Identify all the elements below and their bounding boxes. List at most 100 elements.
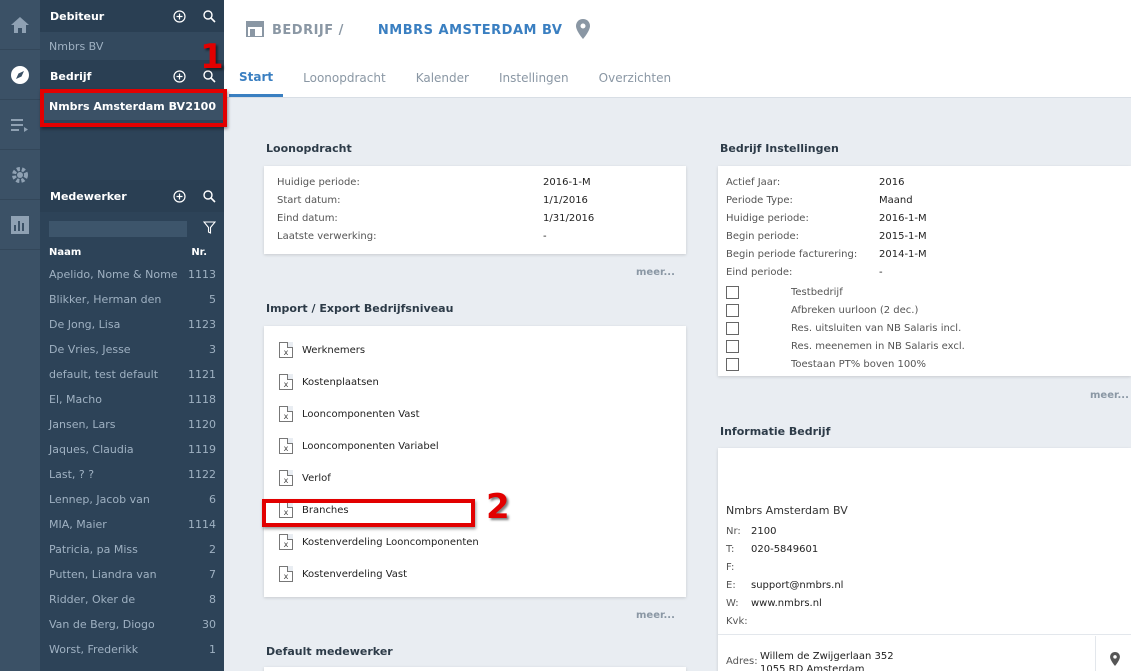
informatie-bedrijf-title: Informatie Bedrijf <box>720 425 831 438</box>
import-export-item[interactable]: x Verlof <box>279 462 686 494</box>
field-label: Actief Jaar: <box>726 176 781 188</box>
employee-column-header: Naam Nr. <box>40 242 224 262</box>
store-icon <box>246 20 264 40</box>
employee-name: Putten, Liandra van <box>49 568 157 581</box>
employee-name: default, test default <box>49 368 159 381</box>
employee-row[interactable]: Worst, Frederikk 1 <box>40 637 224 662</box>
import-export-title: Import / Export Bedrijfsniveau <box>266 302 454 315</box>
field-label: Begin periode: <box>726 230 800 242</box>
import-export-item[interactable]: x Kostenplaatsen <box>279 366 686 398</box>
tab-loonopdracht[interactable]: Loonopdracht <box>293 59 396 97</box>
checkbox[interactable] <box>726 321 739 335</box>
tab-kalender[interactable]: Kalender <box>406 59 479 97</box>
employee-row[interactable]: Apelido, Nome & Nome 1113 <box>40 262 224 287</box>
employee-name: Patricia, pa Miss <box>49 543 138 556</box>
info-lines: Nr: 2100 T: 020-5849601 F: E: support@nmbrs.nl… <box>726 522 843 630</box>
excel-file-icon: x <box>279 374 293 390</box>
instelling-row: Begin periode: 2015-1-M <box>726 227 1131 245</box>
excel-file-icon: x <box>279 566 293 582</box>
import-export-item[interactable]: x Looncomponenten Vast <box>279 398 686 430</box>
employee-nr: 1113 <box>188 268 216 281</box>
loonopdracht-row: Laatste verwerking: - <box>277 227 686 245</box>
import-export-label: Werknemers <box>302 344 366 356</box>
location-pin-icon[interactable] <box>576 18 591 42</box>
import-export-item[interactable]: x Kostenverdeling Looncomponenten <box>279 526 686 558</box>
home-icon[interactable] <box>0 0 40 50</box>
filter-icon[interactable] <box>202 221 217 237</box>
checkbox[interactable] <box>726 303 739 317</box>
list-icon[interactable] <box>0 100 40 150</box>
checkbox[interactable] <box>726 285 739 299</box>
employee-row[interactable]: Last, ? ? 1122 <box>40 462 224 487</box>
employee-row[interactable]: Blikker, Herman den 5 <box>40 287 224 312</box>
tab-start[interactable]: Start <box>229 59 284 97</box>
debiteur-item[interactable]: Nmbrs BV <box>40 32 224 60</box>
employee-nr: 5 <box>209 293 216 306</box>
compass-icon[interactable] <box>0 50 40 100</box>
employee-row[interactable]: Jansen, Lars 1120 <box>40 412 224 437</box>
employee-row[interactable]: Jaques, Claudia 1119 <box>40 437 224 462</box>
employee-nr: 1122 <box>188 468 216 481</box>
checkbox[interactable] <box>726 339 739 353</box>
col-nr[interactable]: Nr. <box>191 247 207 258</box>
field-label: Huidige periode: <box>726 212 809 224</box>
tab-instellingen[interactable]: Instellingen <box>489 59 579 97</box>
add-medewerker-icon[interactable] <box>164 180 194 212</box>
import-export-item[interactable]: x Looncomponenten Variabel <box>279 430 686 462</box>
gear-icon[interactable] <box>0 150 40 200</box>
tab-overzichten[interactable]: Overzichten <box>589 59 681 97</box>
employee-nr: 1118 <box>188 393 216 406</box>
import-export-item[interactable]: x Werknemers <box>279 334 686 366</box>
employee-row[interactable]: Ridder, Oker de 8 <box>40 587 224 612</box>
info-line: E: support@nmbrs.nl <box>726 576 843 594</box>
search-medewerker-icon[interactable] <box>194 180 224 212</box>
field-label: Huidige periode: <box>277 176 360 188</box>
employee-nr: 7 <box>209 568 216 581</box>
employee-row[interactable]: Patricia, pa Miss 2 <box>40 537 224 562</box>
employee-row[interactable]: De Vries, Jesse 3 <box>40 337 224 362</box>
instelling-row: Periode Type: Maand <box>726 191 1131 209</box>
employee-name: MIA, Maier <box>49 518 107 531</box>
info-line: Nr: 2100 <box>726 522 843 540</box>
import-export-label: Kostenplaatsen <box>302 376 379 388</box>
employee-name: Van de Berg, Diogo <box>49 618 155 631</box>
instelling-row: Huidige periode: 2016-1-M <box>726 209 1131 227</box>
employee-row[interactable]: El, Macho 1118 <box>40 387 224 412</box>
info-label: E: <box>726 579 736 591</box>
import-export-item[interactable]: x Kostenverdeling Vast <box>279 558 686 590</box>
employee-name: El, Macho <box>49 393 102 406</box>
employee-row[interactable]: Van de Berg, Diogo 30 <box>40 612 224 637</box>
import-export-label: Looncomponenten Variabel <box>302 440 439 452</box>
info-label: Nr: <box>726 525 741 537</box>
employee-row[interactable]: MIA, Maier 1114 <box>40 512 224 537</box>
instelling-checkbox-row: Testbedrijf <box>726 283 1131 301</box>
bedrijf-instellingen-meer-link[interactable]: meer... <box>1090 390 1129 401</box>
instelling-row: Begin periode facturering: 2014-1-M <box>726 245 1131 263</box>
annotation-number-1: 1 <box>200 37 224 77</box>
employee-row[interactable]: De Jong, Lisa 1123 <box>40 312 224 337</box>
adres-line-2: 1055 RD Amsterdam <box>760 664 865 671</box>
breadcrumb[interactable]: BEDRIJF / <box>272 23 344 38</box>
loonopdracht-meer-link[interactable]: meer... <box>636 267 675 278</box>
field-value: - <box>879 266 883 278</box>
add-debiteur-icon[interactable] <box>164 0 194 32</box>
import-export-meer-link[interactable]: meer... <box>636 610 675 621</box>
checkbox-label: Afbreken uurloon (2 dec.) <box>791 304 919 316</box>
employee-name: Ridder, Oker de <box>49 593 136 606</box>
adres-location-pin-icon[interactable] <box>1110 652 1120 669</box>
employee-row[interactable]: default, test default 1121 <box>40 362 224 387</box>
employee-row[interactable]: Putten, Liandra van 7 <box>40 562 224 587</box>
add-bedrijf-icon[interactable] <box>164 60 194 92</box>
field-label: Eind periode: <box>726 266 793 278</box>
import-export-label: Kostenverdeling Vast <box>302 568 408 580</box>
employee-row[interactable]: Lennep, Jacob van 6 <box>40 487 224 512</box>
info-label: T: <box>726 543 735 555</box>
page-title: NMBRS AMSTERDAM BV <box>377 22 563 38</box>
checkbox[interactable] <box>726 357 739 371</box>
col-naam[interactable]: Naam <box>49 247 81 258</box>
medewerker-filter-input[interactable] <box>49 221 187 237</box>
search-debiteur-icon[interactable] <box>194 0 224 32</box>
info-value: support@nmbrs.nl <box>751 579 844 591</box>
chart-icon[interactable] <box>0 200 40 250</box>
field-value: Maand <box>879 194 913 206</box>
